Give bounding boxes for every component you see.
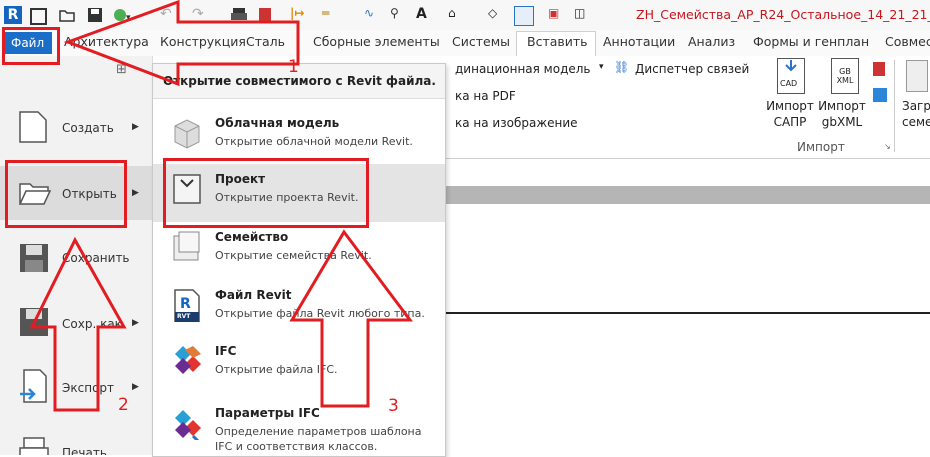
annotation-arrow-2 bbox=[29, 236, 127, 412]
annotation-number-2: 2 bbox=[118, 395, 129, 415]
annotation-number-3: 3 bbox=[388, 396, 399, 416]
annotation-arrow-3 bbox=[289, 229, 413, 408]
annotation-arrows bbox=[29, 0, 413, 412]
annotation-number-1: 1 bbox=[288, 57, 299, 77]
annotation-arrow-1 bbox=[63, 0, 300, 87]
